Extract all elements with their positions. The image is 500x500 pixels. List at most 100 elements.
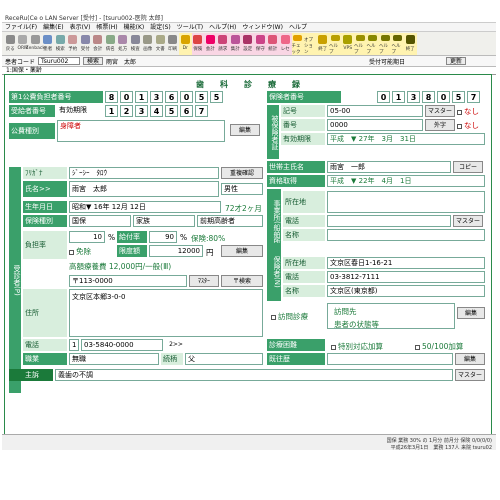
jucho-button[interactable]: 重複確認: [221, 167, 263, 179]
menjo-check[interactable]: 免除: [69, 246, 91, 257]
menu-item[interactable]: 編集(E): [43, 23, 63, 31]
seibetsu-select[interactable]: 男性: [221, 183, 263, 195]
toolbar-button[interactable]: 患者: [42, 33, 55, 55]
kiou-edit-button[interactable]: 編集: [455, 353, 485, 365]
furigana-value[interactable]: ｼﾞｰｼｰ ﾀﾛｳ: [69, 167, 219, 179]
meisho-value[interactable]: [327, 229, 485, 241]
kigou-master-button[interactable]: マスター: [425, 105, 455, 117]
homon-edit-button[interactable]: 編集: [457, 307, 485, 319]
toolbar-button[interactable]: 文書: [154, 33, 167, 55]
toolbar-button[interactable]: 印刷: [167, 33, 180, 55]
toolbar-button[interactable]: VPS: [341, 33, 354, 55]
homon-box[interactable]: 訪問先 患者の状態等: [327, 303, 455, 329]
toolbar-button[interactable]: オプション: [304, 33, 317, 55]
futan-ratio[interactable]: 10: [69, 231, 105, 243]
toolbar-button[interactable]: 処方: [117, 33, 130, 55]
gaiji-button[interactable]: 外字: [425, 119, 455, 131]
homon-check[interactable]: 訪問診療: [271, 311, 308, 322]
master-button-2[interactable]: マスター: [453, 215, 483, 227]
toolbar-button[interactable]: 設定: [241, 33, 254, 55]
menu-item[interactable]: 表示(V): [70, 23, 91, 31]
nashi-check[interactable]: なし: [457, 106, 479, 117]
setai-value[interactable]: 雨宮 一郎: [327, 161, 451, 173]
toolbar-button[interactable]: 終了: [316, 33, 329, 55]
toolbar-button[interactable]: 会計: [204, 33, 217, 55]
bango-value[interactable]: 0000: [327, 119, 423, 131]
digit-cell[interactable]: 3: [150, 91, 163, 103]
toolbar-button[interactable]: ヘルプ: [329, 33, 342, 55]
menu-item[interactable]: 帳票(H): [96, 23, 117, 31]
search-button[interactable]: 検索: [83, 57, 104, 65]
menu-item[interactable]: ヘルプ(H): [209, 23, 236, 31]
zokugara-select[interactable]: 父: [185, 353, 263, 365]
toolbar-button[interactable]: 終了: [404, 33, 417, 55]
digit-cell[interactable]: 3: [407, 91, 420, 103]
kigou-value[interactable]: 05-00: [327, 105, 423, 117]
menu-item[interactable]: ウィンドウ(W): [242, 23, 283, 31]
menu-item[interactable]: 設定(S): [150, 23, 171, 31]
tel-value[interactable]: 03-5840-0000: [81, 339, 163, 351]
tel-next-button[interactable]: 2>>: [165, 339, 187, 351]
toolbar-button[interactable]: 保守: [254, 33, 267, 55]
digit-cell[interactable]: 0: [180, 91, 193, 103]
hs2-select[interactable]: 家族: [133, 215, 195, 227]
digit-cell[interactable]: 0: [437, 91, 450, 103]
toolbar-button[interactable]: Dr: [179, 33, 192, 55]
toolbar-button[interactable]: 会計: [92, 33, 105, 55]
kohi-shubetsu-value[interactable]: 身障者: [57, 120, 225, 142]
shikaku-date[interactable]: 平成 ▼ 22年 4月 1日: [327, 175, 485, 187]
kiou-value[interactable]: [327, 353, 453, 365]
digit-cell[interactable]: 2: [120, 105, 133, 117]
zip-value[interactable]: 〒113-0000: [69, 275, 187, 287]
hs1-select[interactable]: 国保: [69, 215, 131, 227]
digit-cell[interactable]: 1: [135, 91, 148, 103]
digit-cell[interactable]: 5: [195, 91, 208, 103]
shozai2-value[interactable]: 文京区春日1-16-21: [327, 257, 485, 269]
digit-cell[interactable]: 7: [195, 105, 208, 117]
zip-search-button[interactable]: 〒検索: [221, 275, 263, 287]
digit-cell[interactable]: 4: [150, 105, 163, 117]
kohi-edit-button[interactable]: 編集: [230, 124, 260, 136]
menu-item[interactable]: ファイル(F): [5, 23, 37, 31]
toolbar-button[interactable]: チェック: [291, 33, 304, 55]
patient-code-select[interactable]: Tsuru002: [38, 57, 81, 65]
hs3-select[interactable]: 前期高齢者: [197, 215, 263, 227]
toolbar-button[interactable]: 戻る: [4, 33, 17, 55]
tokubetsu-check[interactable]: 特別対応加算: [331, 341, 383, 352]
digit-cell[interactable]: 6: [165, 91, 178, 103]
toolbar-button[interactable]: ORM: [17, 33, 30, 55]
zip-master-button[interactable]: ﾏｽﾀｰ: [189, 275, 219, 287]
birth-date[interactable]: 昭和▼ 16年 12月 12日: [69, 201, 221, 213]
digit-cell[interactable]: 5: [452, 91, 465, 103]
toolbar-button[interactable]: レセ: [279, 33, 292, 55]
digit-cell[interactable]: 5: [210, 91, 223, 103]
toolbar-button[interactable]: 画像: [142, 33, 155, 55]
digit-cell[interactable]: 8: [422, 91, 435, 103]
toolbar-button[interactable]: 病名: [104, 33, 117, 55]
digit-cell[interactable]: 0: [377, 91, 390, 103]
kyufu-ratio[interactable]: 90: [149, 231, 177, 243]
tel-no[interactable]: 1: [69, 339, 79, 351]
toolbar-button[interactable]: ヘルプ: [379, 33, 392, 55]
toolbar-button[interactable]: 予約: [67, 33, 80, 55]
toolbar-button[interactable]: 保険: [191, 33, 204, 55]
denwa-value[interactable]: [327, 215, 451, 227]
menu-item[interactable]: ツール(T): [177, 23, 203, 31]
kasan-check[interactable]: 50/100加算: [415, 341, 463, 352]
toolbar-button[interactable]: 検索: [54, 33, 67, 55]
toolbar-button[interactable]: Zenback: [26, 33, 45, 55]
toolbar-button[interactable]: ヘルプ: [391, 33, 404, 55]
jusho-value[interactable]: 文京区本郷3-0-0: [69, 289, 263, 337]
gendo-edit-button[interactable]: 編集: [221, 245, 263, 257]
denwa2-value[interactable]: 03-3812-7111: [327, 271, 485, 283]
toolbar-button[interactable]: ヘルプ: [366, 33, 379, 55]
shuso-value[interactable]: 義歯の不調: [55, 369, 453, 381]
digit-cell[interactable]: 6: [180, 105, 193, 117]
gendo-value[interactable]: 12000: [149, 245, 203, 257]
meisho2-value[interactable]: 文京区(東京都): [327, 285, 485, 297]
digit-cell[interactable]: 1: [105, 105, 118, 117]
digit-cell[interactable]: 7: [467, 91, 480, 103]
update-button[interactable]: 更新: [446, 57, 467, 65]
toolbar-button[interactable]: ヘルプ: [354, 33, 367, 55]
digit-cell[interactable]: 5: [165, 105, 178, 117]
